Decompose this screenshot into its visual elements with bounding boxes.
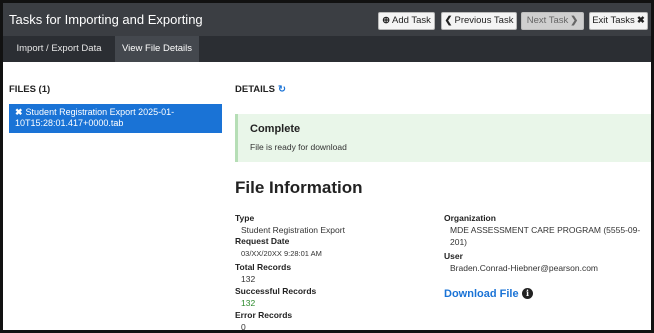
add-task-button[interactable]: ⊕ Add Task: [378, 12, 435, 30]
user-value: Braden.Conrad-Hiebner@pearson.com: [450, 263, 599, 273]
tab-view-file-details[interactable]: View File Details: [115, 36, 199, 62]
file-information-title: File Information: [235, 178, 363, 197]
next-task-label: Next Task: [526, 15, 569, 26]
previous-task-label: Previous Task: [454, 15, 514, 26]
user-label: User: [444, 251, 463, 261]
close-icon[interactable]: ✖: [15, 107, 23, 117]
tab-label: Import / Export Data: [16, 43, 102, 54]
request-date-value: 03/XX/20XX 9:28:01 AM: [241, 249, 322, 258]
total-records-label: Total Records: [235, 262, 292, 272]
request-date-label: Request Date: [235, 236, 290, 246]
add-task-label: Add Task: [392, 15, 431, 26]
refresh-icon[interactable]: ↻: [278, 84, 286, 95]
organization-value-cont: 201): [450, 237, 468, 247]
next-task-button[interactable]: Next Task ❯: [521, 12, 584, 30]
app-window: Tasks for Importing and Exporting ⊕ Add T…: [0, 0, 654, 333]
chevron-left-icon: ❮: [444, 15, 453, 26]
download-file-link[interactable]: Download File: [444, 288, 519, 300]
top-bar: Tasks for Importing and Exporting ⊕ Add T…: [3, 3, 651, 36]
exit-tasks-button[interactable]: Exit Tasks ✖: [589, 12, 648, 30]
organization-label: Organization: [444, 213, 496, 223]
details-heading-label: DETAILS: [235, 84, 275, 95]
total-records-value: 132: [241, 274, 256, 284]
successful-records-value: 132: [241, 298, 256, 308]
error-records-label: Error Records: [235, 310, 293, 320]
status-title: Complete: [250, 123, 301, 135]
file-list-item[interactable]: ✖ Student Registration Export 2025-01-10T…: [9, 104, 222, 133]
type-label: Type: [235, 213, 255, 223]
type-value: Student Registration Export: [241, 225, 345, 235]
previous-task-button[interactable]: ❮ Previous Task: [441, 12, 517, 30]
tab-label: View File Details: [121, 43, 193, 54]
status-message: File is ready for download: [250, 142, 347, 152]
chevron-right-icon: ❯: [570, 15, 579, 26]
app-title: Tasks for Importing and Exporting: [9, 12, 203, 27]
file-name: Student Registration Export 2025-01-10T1…: [15, 107, 175, 128]
organization-value: MDE ASSESSMENT CARE PROGRAM (5555-09-: [450, 225, 641, 235]
tab-bar: Import / Export Data View File Details: [3, 36, 651, 62]
error-records-value: 0: [241, 322, 246, 332]
status-alert: Complete File is ready for download: [235, 114, 651, 162]
exit-tasks-label: Exit Tasks: [592, 15, 635, 26]
tab-import-export-data[interactable]: Import / Export Data: [3, 36, 115, 62]
info-circle-icon[interactable]: i: [522, 288, 533, 299]
successful-records-label: Successful Records: [235, 286, 317, 296]
close-icon: ✖: [636, 15, 645, 26]
files-heading: FILES (1): [9, 84, 51, 95]
plus-circle-icon: ⊕: [382, 15, 391, 26]
details-heading: DETAILS ↻: [235, 84, 286, 95]
